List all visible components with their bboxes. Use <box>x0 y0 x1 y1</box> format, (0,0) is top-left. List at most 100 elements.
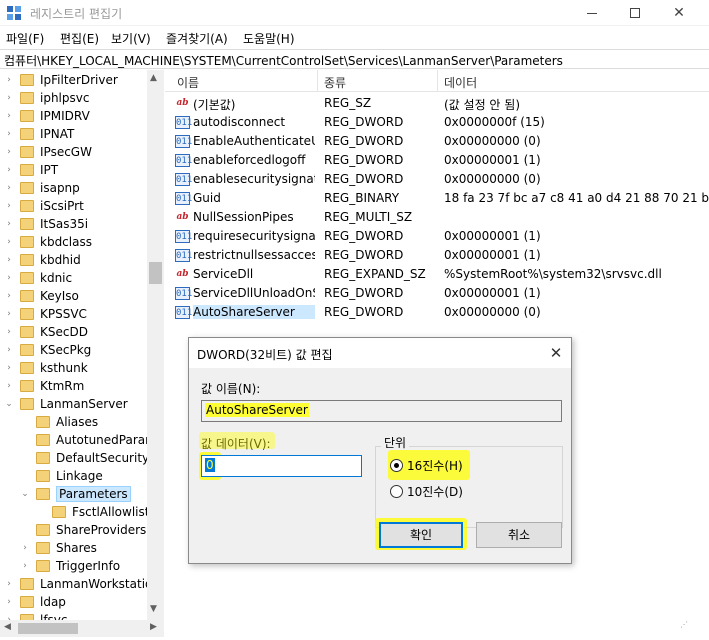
chevron-right-icon[interactable]: › <box>4 165 14 175</box>
key-tree[interactable]: › IpFilterDriver › iphlpsvc › IPMIDRV › IPNAT › I… <box>0 70 164 620</box>
dialog-close-icon[interactable]: ✕ <box>545 342 567 364</box>
tree-item[interactable]: › ItSas35i <box>4 215 88 233</box>
chevron-right-icon[interactable]: › <box>4 75 14 85</box>
tree-item[interactable]: › IPMIDRV <box>4 107 90 125</box>
chevron-right-icon[interactable]: › <box>4 255 14 265</box>
address-path[interactable]: 컴퓨터\HKEY_LOCAL_MACHINE\SYSTEM\CurrentCon… <box>4 52 563 69</box>
chevron-right-icon[interactable]: › <box>4 327 14 337</box>
value-row[interactable]: 011 restrictnullsessaccess REG_DWORD 0x0000… <box>165 246 709 265</box>
chevron-down-icon[interactable]: ⌄ <box>20 489 30 499</box>
value-row[interactable]: ab (기본값) REG_SZ (값 설정 안 됨) <box>165 94 709 113</box>
tree-item[interactable]: ⌄ Parameters <box>20 485 131 503</box>
column-type[interactable]: 종류 <box>324 74 346 91</box>
tree-item[interactable]: › LanmanWorkstation <box>4 575 160 593</box>
tree-horizontal-scrollbar[interactable]: ◀ ▶ <box>0 620 164 637</box>
chevron-right-icon[interactable]: › <box>4 237 14 247</box>
chevron-right-icon[interactable]: › <box>4 273 14 283</box>
tree-item[interactable]: FsctlAllowlist <box>36 503 149 521</box>
tree-item[interactable]: › lfsvc <box>4 611 68 620</box>
tree-item[interactable]: › IpFilterDriver <box>4 71 118 89</box>
value-row[interactable]: ab NullSessionPipes REG_MULTI_SZ <box>165 208 709 227</box>
tree-item[interactable]: › kdnic <box>4 269 72 287</box>
chevron-right-icon[interactable]: › <box>20 543 30 553</box>
menu-favorites[interactable]: 즐겨찾기(A) <box>166 30 228 47</box>
chevron-right-icon[interactable]: › <box>4 309 14 319</box>
tree-item[interactable]: › IPT <box>4 161 58 179</box>
tree-item[interactable]: › IPNAT <box>4 125 74 143</box>
tree-item[interactable]: ⌄ LanmanServer <box>4 395 127 413</box>
cancel-button[interactable]: 취소 <box>476 522 562 548</box>
column-name[interactable]: 이름 <box>177 74 199 91</box>
tree-item[interactable]: › kbdclass <box>4 233 92 251</box>
tree-hscroll-thumb[interactable] <box>18 623 78 634</box>
close-button[interactable]: ✕ <box>656 0 702 26</box>
value-row[interactable]: 011EnableAuthenticateU... REG_DWORD 0x0000… <box>165 132 709 151</box>
menu-edit[interactable]: 편집(E) <box>60 30 99 47</box>
tree-item[interactable]: › KSecDD <box>4 323 88 341</box>
maximize-button[interactable] <box>612 0 658 26</box>
chevron-right-icon[interactable]: › <box>4 579 14 589</box>
menu-file[interactable]: 파일(F) <box>6 30 44 47</box>
tree-item[interactable]: › ksthunk <box>4 359 87 377</box>
radio-hex-icon[interactable] <box>390 459 403 472</box>
tree-item[interactable]: Aliases <box>20 413 98 431</box>
tree-item[interactable]: › iphlpsvc <box>4 89 89 107</box>
tree-item[interactable]: › KtmRm <box>4 377 84 395</box>
value-row[interactable]: ab ServiceDll REG_EXPAND_SZ %SystemRoot%\sy… <box>165 265 709 284</box>
chevron-right-icon[interactable]: › <box>4 201 14 211</box>
ok-button[interactable]: 확인 <box>379 522 463 548</box>
chevron-down-icon[interactable]: ⌄ <box>4 399 14 409</box>
radio-decimal[interactable]: 10진수(D) <box>390 483 463 500</box>
chevron-right-icon[interactable]: › <box>4 129 14 139</box>
radio-decimal-icon[interactable] <box>390 485 403 498</box>
chevron-right-icon[interactable]: › <box>4 219 14 229</box>
tree-item[interactable]: › kbdhid <box>4 251 81 269</box>
scroll-up-icon[interactable]: ▲ <box>150 73 157 83</box>
value-row[interactable]: 011requiresecuritysignat... REG_DWORD 0x00… <box>165 227 709 246</box>
tree-item[interactable]: AutotunedParame <box>20 431 163 449</box>
menu-help[interactable]: 도움말(H) <box>243 30 295 47</box>
tree-item[interactable]: › KPSSVC <box>4 305 87 323</box>
scroll-right-icon[interactable]: ▶ <box>150 622 157 632</box>
value-name-field[interactable]: AutoShareServer <box>201 400 562 422</box>
chevron-right-icon[interactable]: › <box>4 345 14 355</box>
tree-item[interactable]: ShareProviders <box>20 521 146 539</box>
value-data-input[interactable]: 0 <box>201 455 362 477</box>
minimize-button[interactable] <box>569 0 615 26</box>
radio-hex[interactable]: 16진수(H) <box>390 457 463 474</box>
tree-vertical-scrollbar[interactable]: ▲ ▼ <box>147 70 164 620</box>
resize-grip-icon[interactable]: ⋰ <box>680 620 700 640</box>
column-data[interactable]: 데이터 <box>444 74 477 91</box>
tree-item[interactable]: › IPsecGW <box>4 143 92 161</box>
tree-item[interactable]: DefaultSecurity <box>20 449 149 467</box>
column-divider[interactable] <box>317 70 318 92</box>
chevron-right-icon[interactable]: › <box>4 183 14 193</box>
tree-item[interactable]: Linkage <box>20 467 103 485</box>
address-bar[interactable]: 컴퓨터\HKEY_LOCAL_MACHINE\SYSTEM\CurrentCon… <box>0 49 709 69</box>
tree-item[interactable]: › KeyIso <box>4 287 79 305</box>
chevron-right-icon[interactable]: › <box>4 111 14 121</box>
menu-view[interactable]: 보기(V) <box>111 30 151 47</box>
tree-item[interactable]: › isapnp <box>4 179 80 197</box>
value-row[interactable]: 011 AutoShareServer REG_DWORD 0x00000000 (0… <box>165 303 709 322</box>
chevron-right-icon[interactable]: › <box>4 381 14 391</box>
value-row[interactable]: 011 autodisconnect REG_DWORD 0x0000000f (15… <box>165 113 709 132</box>
scroll-left-icon[interactable]: ◀ <box>4 622 11 632</box>
column-divider[interactable] <box>437 70 438 92</box>
value-row[interactable]: 011 Guid REG_BINARY 18 fa 23 7f bc a7 c8 41… <box>165 189 709 208</box>
tree-item[interactable]: › TriggerInfo <box>20 557 120 575</box>
value-row[interactable]: 011enablesecuritysignat... REG_DWORD 0x000… <box>165 170 709 189</box>
chevron-right-icon[interactable]: › <box>4 363 14 373</box>
tree-scroll-thumb[interactable] <box>149 262 162 284</box>
chevron-right-icon[interactable]: › <box>20 561 30 571</box>
chevron-right-icon[interactable]: › <box>4 147 14 157</box>
tree-item[interactable]: › KSecPkg <box>4 341 91 359</box>
chevron-right-icon[interactable]: › <box>4 93 14 103</box>
chevron-right-icon[interactable]: › <box>4 291 14 301</box>
value-row[interactable]: 011 enableforcedlogoff REG_DWORD 0x00000001… <box>165 151 709 170</box>
tree-item[interactable]: › ldap <box>4 593 66 611</box>
value-row[interactable]: 011ServiceDllUnloadOnS... REG_DWORD 0x0000… <box>165 284 709 303</box>
chevron-right-icon[interactable]: › <box>4 597 14 607</box>
tree-item[interactable]: › iScsiPrt <box>4 197 84 215</box>
scroll-down-icon[interactable]: ▼ <box>150 604 157 614</box>
